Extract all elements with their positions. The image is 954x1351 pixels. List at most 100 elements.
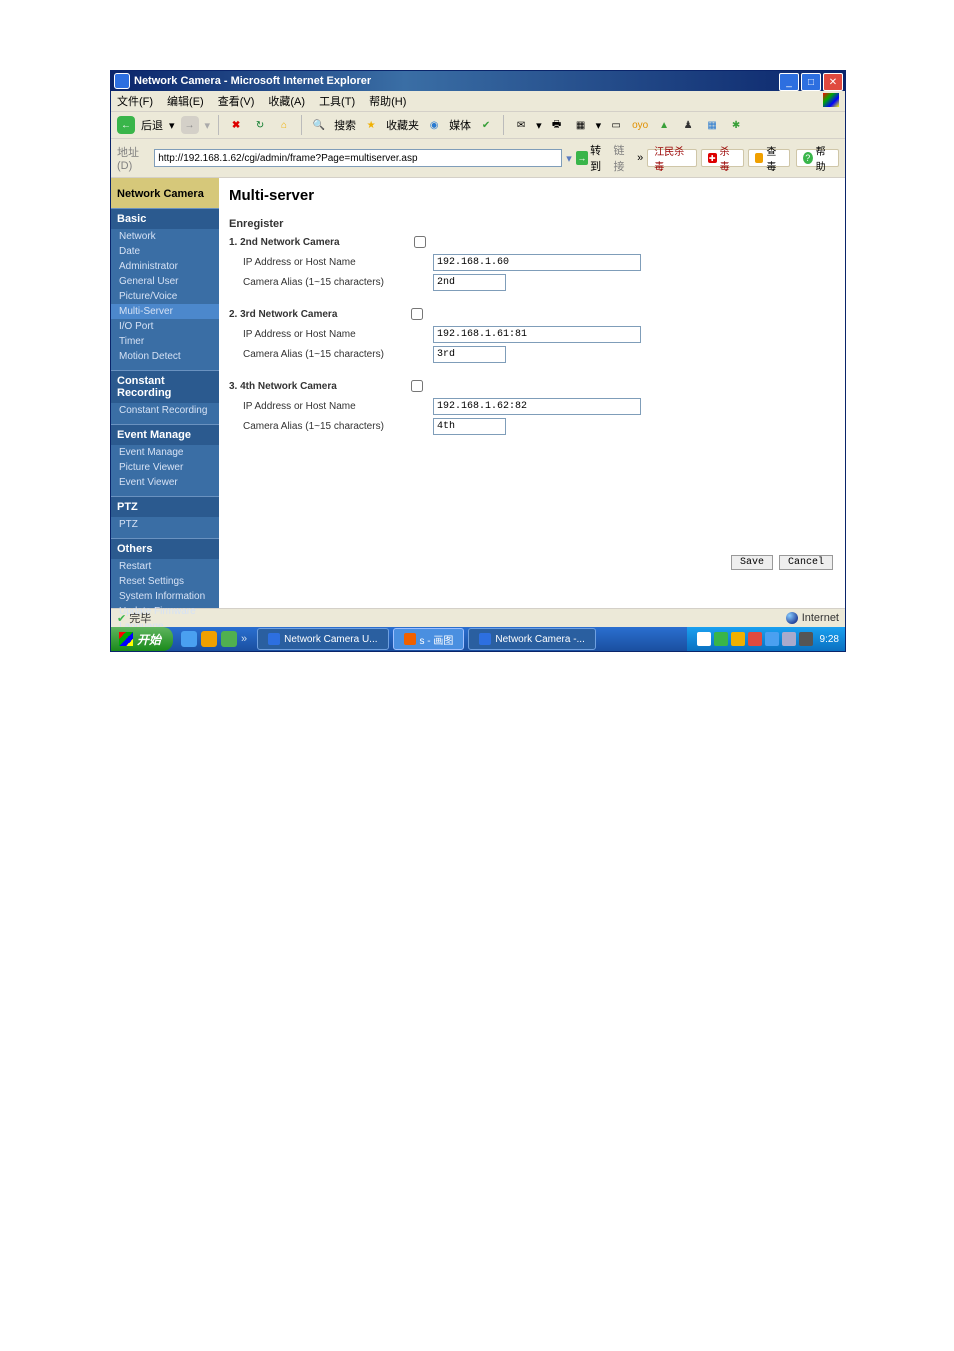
camera-3-block: 2. 3rd Network Camera IP Address or Host… <box>229 305 835 363</box>
ql-ie-icon[interactable] <box>181 631 197 647</box>
save-button[interactable]: Save <box>731 555 773 570</box>
sidebar-item-constant-recording[interactable]: Constant Recording <box>111 403 219 418</box>
ql-expand[interactable]: » <box>241 633 247 645</box>
tray-icon-5[interactable] <box>782 632 796 646</box>
cam2-ip-label: IP Address or Host Name <box>229 257 433 268</box>
ie-logo-icon <box>114 73 130 89</box>
ql-icon-2[interactable] <box>201 631 217 647</box>
sidebar-item-picture-voice[interactable]: Picture/Voice <box>111 289 219 304</box>
sidebar-item-reset-settings[interactable]: Reset Settings <box>111 574 219 589</box>
url-dropdown[interactable]: ▾ <box>566 152 572 165</box>
camera-2-block: 1. 2nd Network Camera IP Address or Host… <box>229 233 835 291</box>
menu-tools[interactable]: 工具(T) <box>319 93 355 109</box>
cam4-alias-label: Camera Alias (1~15 characters) <box>229 421 433 432</box>
taskbar-task-3[interactable]: Network Camera -... <box>468 628 595 650</box>
edit-icon[interactable]: ▦ <box>572 116 590 134</box>
cam3-alias-input[interactable] <box>433 346 506 363</box>
cancel-button[interactable]: Cancel <box>779 555 833 570</box>
media-icon[interactable]: ◉ <box>425 116 443 134</box>
windows-taskbar: 开始 » Network Camera U... s - 画图 Network … <box>111 627 845 651</box>
menu-favorites[interactable]: 收藏(A) <box>268 93 305 109</box>
tray-lang-icon[interactable] <box>697 632 711 646</box>
page-content: Network Camera Basic Network Date Admini… <box>111 178 845 608</box>
history-icon[interactable]: ✔ <box>477 116 495 134</box>
sidebar-item-general-user[interactable]: General User <box>111 274 219 289</box>
tray-icon-3[interactable] <box>748 632 762 646</box>
cam2-enable-checkbox[interactable] <box>414 236 426 248</box>
cam2-ip-input[interactable] <box>433 254 641 271</box>
menu-edit[interactable]: 编辑(E) <box>167 93 204 109</box>
search-label[interactable]: 搜索 <box>334 117 356 133</box>
cam4-ip-input[interactable] <box>433 398 641 415</box>
cam4-enable-checkbox[interactable] <box>411 380 423 392</box>
titlebar: Network Camera - Microsoft Internet Expl… <box>111 71 845 91</box>
antivirus-ext-1[interactable]: 江民杀毒 <box>647 149 697 167</box>
cam3-enable-checkbox[interactable] <box>411 308 423 320</box>
url-input[interactable] <box>154 149 562 167</box>
tray-icon-6[interactable] <box>799 632 813 646</box>
back-dropdown[interactable]: ▾ <box>169 119 175 132</box>
home-button[interactable]: ⌂ <box>275 116 293 134</box>
start-button[interactable]: 开始 <box>111 627 173 651</box>
tray-icon-2[interactable] <box>731 632 745 646</box>
back-label: 后退 <box>141 117 163 133</box>
main-panel: Multi-server Enregister 1. 2nd Network C… <box>219 178 845 608</box>
links-label[interactable]: 链接 <box>614 142 634 174</box>
sidebar-item-date[interactable]: Date <box>111 244 219 259</box>
maximize-button[interactable]: □ <box>801 73 821 91</box>
search-icon[interactable]: 🔍 <box>310 116 328 134</box>
menu-file[interactable]: 文件(F) <box>117 93 153 109</box>
scan-ext[interactable]: 查毒 <box>748 149 790 167</box>
favorites-icon[interactable]: ★ <box>362 116 380 134</box>
media-label[interactable]: 媒体 <box>449 117 471 133</box>
forward-button[interactable]: → <box>181 116 199 134</box>
close-button[interactable]: ✕ <box>823 73 843 91</box>
ql-icon-3[interactable] <box>221 631 237 647</box>
sidebar-item-picture-viewer[interactable]: Picture Viewer <box>111 460 219 475</box>
sidebar-item-motion-detect[interactable]: Motion Detect <box>111 349 219 364</box>
refresh-button[interactable]: ↻ <box>251 116 269 134</box>
sidebar-item-network[interactable]: Network <box>111 229 219 244</box>
ext-icon-3[interactable]: ♟ <box>679 116 697 134</box>
cam3-head: 2. 3rd Network Camera <box>229 309 337 320</box>
ext-icon-2[interactable]: ▲ <box>655 116 673 134</box>
cam4-ip-label: IP Address or Host Name <box>229 401 433 412</box>
ext-icon-1[interactable]: oyo <box>631 116 649 134</box>
cam3-ip-input[interactable] <box>433 326 641 343</box>
tray-icon-4[interactable] <box>765 632 779 646</box>
minimize-button[interactable]: _ <box>779 73 799 91</box>
forward-dropdown[interactable]: ▾ <box>205 119 211 132</box>
sidebar-item-event-manage[interactable]: Event Manage <box>111 445 219 460</box>
links-expand[interactable]: » <box>637 152 643 164</box>
sidebar-item-event-viewer[interactable]: Event Viewer <box>111 475 219 490</box>
stop-button[interactable]: ✖ <box>227 116 245 134</box>
tray-icon-1[interactable] <box>714 632 728 646</box>
cam3-alias-label: Camera Alias (1~15 characters) <box>229 349 433 360</box>
menu-view[interactable]: 查看(V) <box>218 93 255 109</box>
tray-clock[interactable]: 9:28 <box>820 634 839 645</box>
sidebar-item-administrator[interactable]: Administrator <box>111 259 219 274</box>
sidebar-item-multi-server[interactable]: Multi-Server <box>111 304 219 319</box>
sidebar-item-system-information[interactable]: System Information <box>111 589 219 604</box>
back-button[interactable]: ← <box>117 116 135 134</box>
taskbar-task-1[interactable]: Network Camera U... <box>257 628 388 650</box>
page-title: Multi-server <box>229 187 835 204</box>
cam4-alias-input[interactable] <box>433 418 506 435</box>
sidebar-item-timer[interactable]: Timer <box>111 334 219 349</box>
menu-help[interactable]: 帮助(H) <box>369 93 406 109</box>
mail-icon[interactable]: ✉ <box>512 116 530 134</box>
camera-4-block: 3. 4th Network Camera IP Address or Host… <box>229 377 835 435</box>
sidebar-item-restart[interactable]: Restart <box>111 559 219 574</box>
ext-icon-4[interactable]: ▦ <box>703 116 721 134</box>
help-ext[interactable]: ?帮助 <box>796 149 839 167</box>
print-icon[interactable]: 🖶 <box>548 116 566 134</box>
cam2-alias-input[interactable] <box>433 274 506 291</box>
go-button[interactable]: →转到 <box>576 142 610 174</box>
discuss-icon[interactable]: ▭ <box>607 116 625 134</box>
taskbar-task-2[interactable]: s - 画图 <box>393 628 465 650</box>
favorites-label[interactable]: 收藏夹 <box>386 117 419 133</box>
sidebar-item-io-port[interactable]: I/O Port <box>111 319 219 334</box>
ext-icon-5[interactable]: ✱ <box>727 116 745 134</box>
sidebar-item-ptz[interactable]: PTZ <box>111 517 219 532</box>
antivirus-ext-2[interactable]: ✚杀毒 <box>701 149 744 167</box>
